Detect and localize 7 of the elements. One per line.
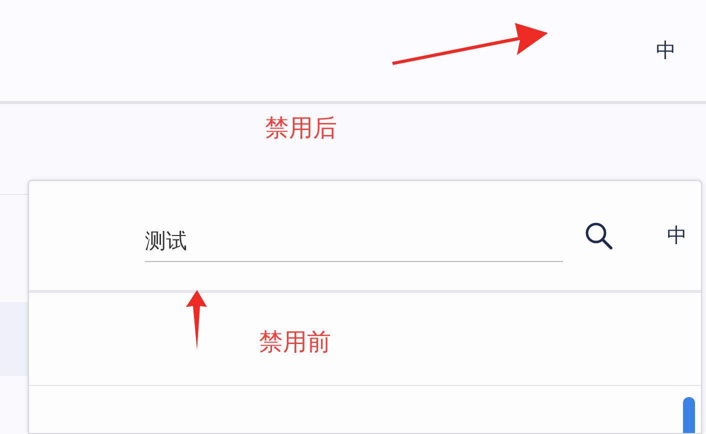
search-field[interactable]: 测试 <box>145 221 563 262</box>
scrollbar-thumb[interactable] <box>683 397 695 433</box>
language-button[interactable]: 中 <box>652 33 680 68</box>
annotation-caption: 禁用前 <box>259 327 331 358</box>
language-button[interactable]: 中 <box>663 218 691 253</box>
annotation-caption: 禁用后 <box>265 114 337 142</box>
annotation-arrow <box>186 290 207 350</box>
